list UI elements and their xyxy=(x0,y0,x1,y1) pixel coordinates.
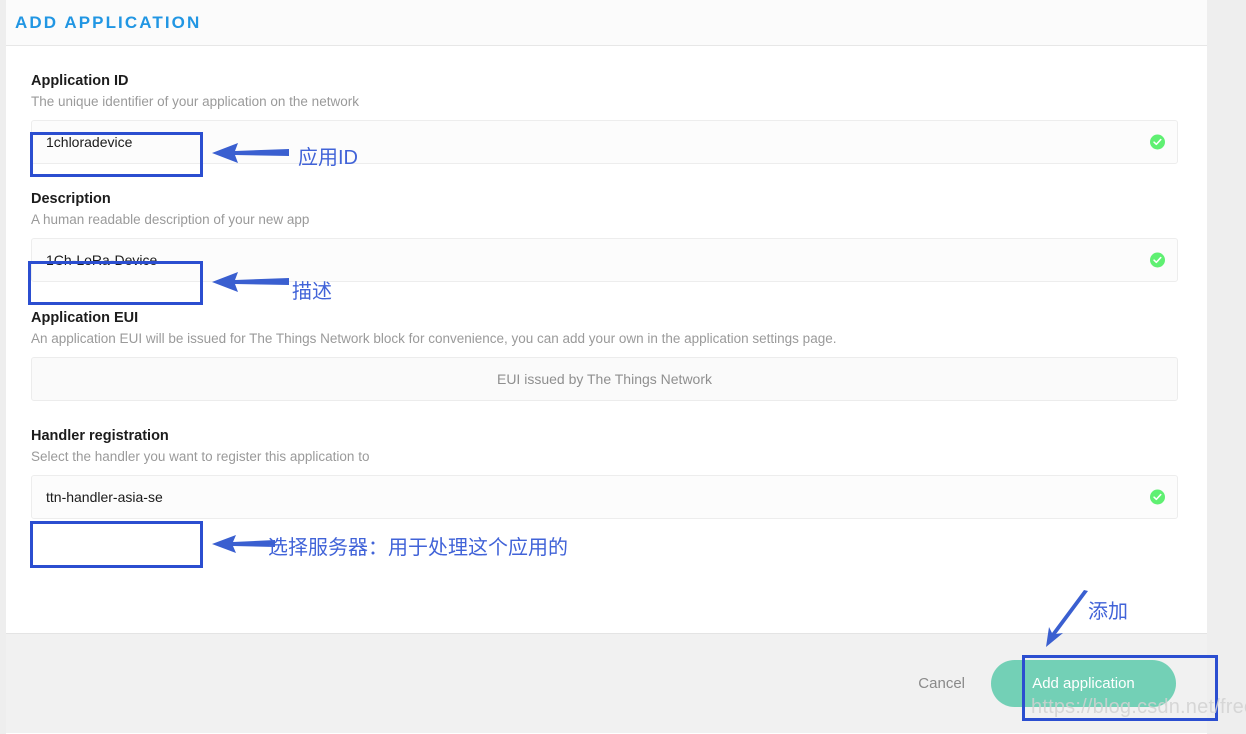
description-input[interactable]: 1Ch-LoRa-Device xyxy=(31,238,1178,282)
handler-registration-value: ttn-handler-asia-se xyxy=(46,489,163,505)
field-description-application-id: The unique identifier of your applicatio… xyxy=(31,94,359,109)
application-id-value: 1chloradevice xyxy=(46,134,133,150)
field-label-handler-registration: Handler registration xyxy=(31,428,169,444)
application-eui-field: EUI issued by The Things Network xyxy=(31,357,1178,401)
field-application-eui: Application EUI An application EUI will … xyxy=(31,309,1182,401)
add-application-card: ADD APPLICATION Application ID The uniqu… xyxy=(6,0,1207,734)
cancel-button[interactable]: Cancel xyxy=(918,675,965,692)
field-description-application-eui: An application EUI will be issued for Th… xyxy=(31,331,837,346)
check-circle-icon xyxy=(1150,489,1165,505)
check-circle-icon xyxy=(1150,252,1165,268)
field-description-handler-registration: Select the handler you want to register … xyxy=(31,449,370,464)
add-application-button[interactable]: Add application xyxy=(991,660,1176,707)
card-body: Application ID The unique identifier of … xyxy=(6,46,1207,634)
field-label-description: Description xyxy=(31,191,111,207)
application-eui-value: EUI issued by The Things Network xyxy=(496,371,713,387)
application-id-input[interactable]: 1chloradevice xyxy=(31,120,1178,164)
card-footer: Cancel Add application xyxy=(6,634,1207,733)
check-circle-icon xyxy=(1150,134,1165,150)
page-title: ADD APPLICATION xyxy=(15,12,202,32)
description-value: 1Ch-LoRa-Device xyxy=(46,252,158,268)
card-header: ADD APPLICATION xyxy=(6,0,1207,46)
handler-registration-select[interactable]: ttn-handler-asia-se xyxy=(31,475,1178,519)
field-application-id: Application ID The unique identifier of … xyxy=(31,72,1182,164)
field-label-application-eui: Application EUI xyxy=(31,310,139,326)
field-description-description: A human readable description of your new… xyxy=(31,212,310,227)
field-label-application-id: Application ID xyxy=(31,73,129,89)
field-description: Description A human readable description… xyxy=(31,190,1182,282)
field-handler-registration: Handler registration Select the handler … xyxy=(31,427,1182,519)
